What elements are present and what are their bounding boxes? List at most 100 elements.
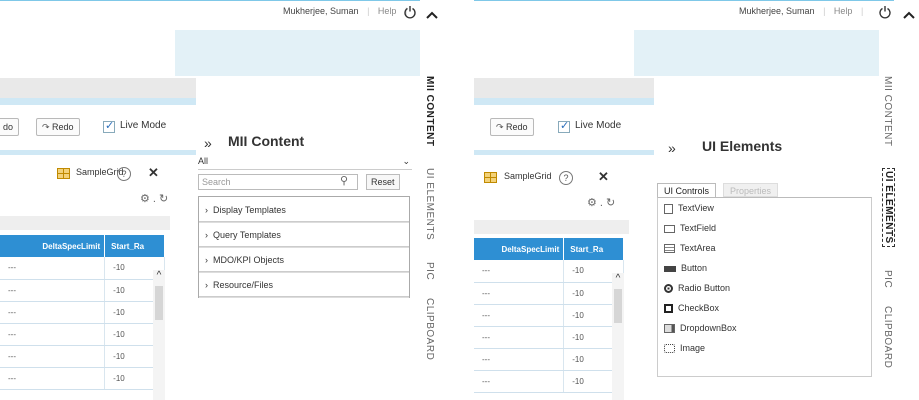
grid-table: DeltaSpecLimit Start_Ra --- -10 --- -10 --… [474,238,624,393]
user-name[interactable]: Mukherjee, Suman [739,6,815,16]
scroll-up-icon[interactable]: ^ [612,273,624,284]
table-row[interactable]: --- -10 [474,282,624,305]
collapse-caret-icon[interactable] [425,9,439,21]
redo-icon: ↷ [496,122,507,132]
grid-scrollbar[interactable]: ^ [153,270,165,400]
grid-top-border [0,150,196,155]
list-item-resource-files[interactable]: › Resource/Files [199,273,409,297]
power-icon[interactable] [403,5,417,19]
table-row[interactable]: --- -10 [474,348,624,371]
column-header-deltaspeclimit[interactable]: DeltaSpecLimit [0,235,106,257]
list-item-textfield[interactable]: TextField [658,218,871,238]
table-row[interactable]: --- -10 [0,323,165,346]
list-item-image[interactable]: Image [658,338,871,358]
table-row[interactable]: --- -10 [0,345,165,368]
vertical-tab-bar: MII CONTENT UI ELEMENTS PIC CLIPBOARD [424,70,440,400]
button-icon [664,265,676,272]
redo-label: Redo [506,122,528,132]
table-row[interactable]: --- -10 [0,279,165,302]
table-row[interactable]: --- -10 [474,370,624,393]
help-link[interactable]: Help [378,6,397,16]
table-row[interactable]: --- -10 [474,260,624,283]
table-row[interactable]: --- -10 [0,257,165,280]
tab-ui-elements[interactable]: UI ELEMENTS [882,168,895,247]
list-item-checkbox[interactable]: CheckBox [658,298,871,318]
list-item-textview[interactable]: TextView [658,198,871,218]
tab-clipboard[interactable]: CLIPBOARD [882,306,893,368]
dropdown-icon [664,324,675,334]
help-link[interactable]: Help [834,6,853,16]
user-bar: Mukherjee, Suman | Help | [283,6,408,16]
table-row[interactable]: --- -10 [474,304,624,327]
filter-value: All [198,156,209,166]
power-icon[interactable] [878,5,892,19]
redo-button[interactable]: ↷ Redo [490,118,534,136]
grid-help-icon[interactable]: ? [559,171,573,185]
redo-button[interactable]: ↷ Redo [36,118,80,136]
tab-properties[interactable]: Properties [723,183,779,197]
reset-button[interactable]: Reset [366,174,400,190]
list-item-query-templates[interactable]: › Query Templates [199,223,409,247]
user-name[interactable]: Mukherjee, Suman [283,6,359,16]
scroll-thumb[interactable] [614,289,622,323]
expand-chevron-icon[interactable]: » [204,135,212,151]
content-list: › Display Templates › Query Templates › … [198,196,410,298]
table-row[interactable]: --- -10 [0,301,165,324]
scroll-up-icon[interactable]: ^ [153,270,165,281]
column-header-start-ra[interactable]: Start_Ra [563,238,624,260]
search-input[interactable]: Search [198,174,358,190]
content-filter-select[interactable]: All ⌄ [198,156,412,170]
column-header-deltaspeclimit[interactable]: DeltaSpecLimit [474,238,565,260]
grid-close-icon[interactable]: ✕ [148,165,159,181]
undo-button[interactable]: do [0,118,20,136]
grid-settings-icons[interactable]: ⚙ . ↻ [140,192,168,205]
top-accent-line [474,0,894,1]
table-row[interactable]: --- -10 [0,367,165,390]
redo-label: Redo [52,122,74,132]
tab-mii-content[interactable]: MII CONTENT [882,76,893,147]
live-mode-label: Live Mode [575,120,622,131]
list-item-button[interactable]: Button [658,258,871,278]
live-mode-checkbox[interactable] [103,119,115,133]
column-header-start-ra[interactable]: Start_Ra [104,235,165,257]
grid-toolbar-band [0,216,170,230]
live-mode-label: Live Mode [120,120,167,131]
checkbox-icon [664,304,673,314]
left-screenshot-pane: Mukherjee, Suman | Help | do ↷ Redo Live… [0,0,445,400]
expand-chevron-icon[interactable]: » [668,140,676,156]
scroll-thumb[interactable] [155,286,163,320]
editor-top-border [474,98,654,105]
tab-mii-content[interactable]: MII CONTENT [424,76,435,147]
grid-scrollbar[interactable]: ^ [612,273,624,400]
table-row[interactable]: --- -10 [474,326,624,349]
live-mode-checkbox[interactable] [558,119,570,133]
tab-pic[interactable]: PIC [882,270,893,288]
tab-clipboard[interactable]: CLIPBOARD [424,298,435,360]
search-icon[interactable]: ⚲ [340,174,348,187]
grid-settings-icons[interactable]: ⚙ . ↻ [587,196,615,209]
grid-close-icon[interactable]: ✕ [598,169,609,185]
collapse-caret-icon[interactable] [902,9,916,21]
tab-ui-elements[interactable]: UI ELEMENTS [424,168,435,240]
panel-tabs: UI Controls Properties [657,183,872,197]
textarea-icon [664,244,675,254]
image-icon [664,344,675,354]
editor-top-border [0,98,196,105]
grid-toolbar-band [474,220,629,234]
list-item-textarea[interactable]: TextArea [658,238,871,258]
panel-title: UI Elements [702,138,783,154]
list-item-radio-button[interactable]: Radio Button [658,278,871,298]
textview-icon [664,203,673,214]
tab-pic[interactable]: PIC [424,262,435,280]
tab-ui-controls[interactable]: UI Controls [657,183,717,197]
top-accent-line [0,0,420,1]
chevron-right-icon: › [205,205,213,215]
right-screenshot-pane: Mukherjee, Suman | Help | ↷ Redo Live Mo… [474,0,919,400]
user-bar: Mukherjee, Suman | Help | [739,6,864,16]
list-item-mdo-kpi-objects[interactable]: › MDO/KPI Objects [199,248,409,272]
list-item-display-templates[interactable]: › Display Templates [199,198,409,222]
vertical-tab-bar: MII CONTENT UI ELEMENTS PIC CLIPBOARD [882,70,898,400]
list-item-dropdownbox[interactable]: DropdownBox [658,318,871,338]
grid-help-icon[interactable]: ? [117,167,131,181]
grid-icon [57,168,70,179]
